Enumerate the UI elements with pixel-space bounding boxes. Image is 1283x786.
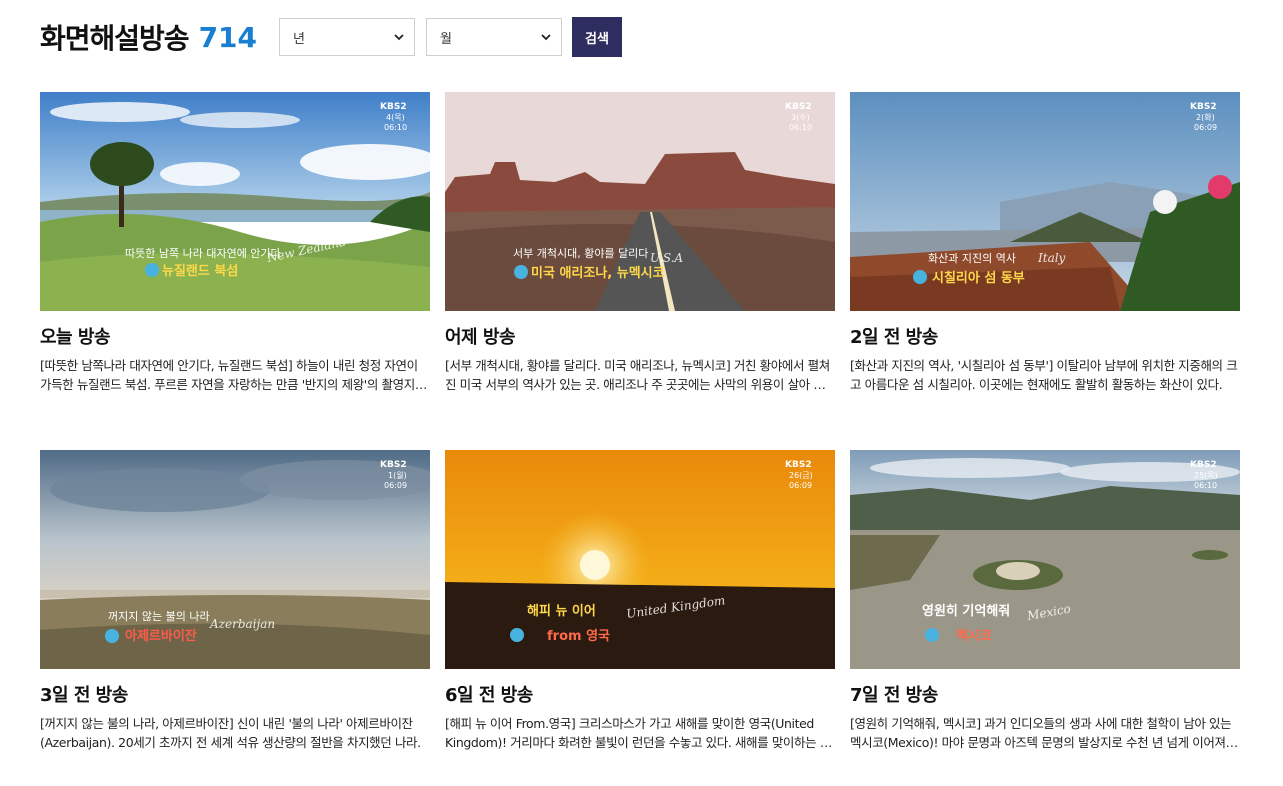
thumbnail[interactable]: 꺼지지 않는 불의 나라 아제르바이잔 Azerbaijan KBS2 1(월)… bbox=[40, 450, 430, 669]
thumb-date: 3(수) bbox=[791, 113, 810, 122]
mascot-icon bbox=[913, 270, 927, 284]
card-description: [따뜻한 남쪽나라 대자연에 안기다, 뉴질랜드 북섬] 하늘이 내린 청정 자… bbox=[40, 358, 426, 392]
thumb-caption-line1: 해피 뉴 이어 bbox=[527, 603, 596, 619]
thumb-script-text: Azerbaijan bbox=[209, 617, 275, 631]
mascot-icon bbox=[925, 628, 939, 642]
broadcast-card[interactable]: 화산과 지진의 역사 시칠리아 섬 동부 Italy KBS2 2(화) 06:… bbox=[850, 92, 1240, 394]
year-select-value: 년 bbox=[293, 31, 305, 47]
page-title: 화면해설방송 bbox=[40, 22, 190, 55]
thumb-caption-line2: 미국 애리조나, 뉴멕시코 bbox=[531, 265, 665, 281]
thumb-time: 06:10 bbox=[1194, 481, 1217, 490]
month-select[interactable]: 월 bbox=[426, 18, 563, 56]
card-title[interactable]: 7일 전 방송 bbox=[850, 681, 1240, 707]
card-description: [영원히 기억해줘, 멕시코] 과거 인디오들의 생과 사에 대한 철학이 남아… bbox=[850, 716, 1232, 750]
broadcast-card[interactable]: 서부 개척시대, 황야를 달리다 미국 애리조나, 뉴멕시코 U.S.A KBS… bbox=[445, 92, 835, 394]
search-button[interactable]: 검색 bbox=[572, 17, 623, 57]
thumb-caption-line2: 아제르바이잔 bbox=[125, 628, 197, 644]
kbs-logo-icon: KBS2 bbox=[380, 102, 407, 112]
broadcast-card[interactable]: 꺼지지 않는 불의 나라 아제르바이잔 Azerbaijan KBS2 1(월)… bbox=[40, 450, 430, 752]
broadcast-card[interactable]: 해피 뉴 이어 from 영국 United Kingdom KBS2 26(금… bbox=[445, 450, 835, 752]
thumb-script-text: U.S.A bbox=[650, 251, 683, 265]
card-title[interactable]: 오늘 방송 bbox=[40, 323, 430, 349]
card-title[interactable]: 3일 전 방송 bbox=[40, 681, 430, 707]
chevron-down-icon bbox=[394, 34, 404, 41]
broadcast-card[interactable]: 영원히 기억해줘 멕시코 Mexico KBS2 25(목) 06:10 7일 … bbox=[850, 450, 1240, 752]
thumb-caption-line1: 영원히 기억해줘 bbox=[922, 603, 1010, 619]
thumb-caption-line2: 시칠리아 섬 동부 bbox=[932, 270, 1025, 286]
thumb-caption-line1: 화산과 지진의 역사 bbox=[928, 252, 1016, 265]
kbs-logo-icon: KBS2 bbox=[380, 460, 407, 470]
card-description: [서부 개척시대, 황야를 달리다. 미국 애리조나, 뉴멕시코] 거친 황야에… bbox=[445, 358, 830, 392]
card-description: [꺼지지 않는 불의 나라, 아제르바이잔] 신이 내린 '불의 나라' 아제르… bbox=[40, 716, 421, 750]
card-description: [화산과 지진의 역사, '시칠리아 섬 동부'] 이탈리아 남부에 위치한 지… bbox=[850, 358, 1238, 392]
kbs-logo-icon: KBS2 bbox=[1190, 460, 1217, 470]
mascot-icon bbox=[514, 265, 528, 279]
month-select-value: 월 bbox=[440, 31, 452, 47]
kbs-logo-icon: KBS2 bbox=[785, 460, 812, 470]
mascot-icon bbox=[105, 629, 119, 643]
thumbnail[interactable]: 화산과 지진의 역사 시칠리아 섬 동부 Italy KBS2 2(화) 06:… bbox=[850, 92, 1240, 311]
mascot-icon bbox=[510, 628, 524, 642]
card-title[interactable]: 어제 방송 bbox=[445, 323, 835, 349]
thumb-time: 06:10 bbox=[384, 123, 407, 132]
page-header: 화면해설방송 714 년 월 검색 bbox=[40, 17, 623, 57]
mascot-icon bbox=[145, 263, 159, 277]
kbs-logo-icon: KBS2 bbox=[785, 102, 812, 112]
thumb-caption-line2: 멕시코 bbox=[956, 628, 992, 644]
thumb-time: 06:09 bbox=[384, 481, 407, 490]
thumb-script-text: Italy bbox=[1037, 251, 1066, 265]
broadcast-count: 714 bbox=[198, 20, 258, 54]
thumb-time: 06:09 bbox=[1194, 123, 1217, 132]
year-select[interactable]: 년 bbox=[279, 18, 416, 56]
kbs-logo-icon: KBS2 bbox=[1190, 102, 1217, 112]
thumb-date: 1(월) bbox=[388, 470, 407, 480]
thumb-caption-line1: 서부 개척시대, 황야를 달리다 bbox=[513, 247, 648, 260]
thumb-date: 25(목) bbox=[1194, 471, 1218, 480]
thumb-time: 06:09 bbox=[789, 481, 812, 490]
thumb-date: 2(화) bbox=[1196, 113, 1215, 122]
card-title[interactable]: 6일 전 방송 bbox=[445, 681, 835, 707]
thumbnail[interactable]: 영원히 기억해줘 멕시코 Mexico KBS2 25(목) 06:10 bbox=[850, 450, 1240, 669]
thumbnail[interactable]: 서부 개척시대, 황야를 달리다 미국 애리조나, 뉴멕시코 U.S.A KBS… bbox=[445, 92, 835, 311]
thumb-date: 4(목) bbox=[386, 113, 405, 122]
thumb-caption-line2: 뉴질랜드 북섬 bbox=[162, 263, 238, 279]
thumbnail[interactable]: 해피 뉴 이어 from 영국 United Kingdom KBS2 26(금… bbox=[445, 450, 835, 669]
thumb-caption-line2: from 영국 bbox=[547, 629, 610, 644]
thumb-caption-line1: 꺼지지 않는 불의 나라 bbox=[108, 610, 210, 623]
chevron-down-icon bbox=[541, 34, 551, 41]
thumb-date: 26(금) bbox=[789, 471, 813, 480]
thumb-time: 06:10 bbox=[789, 123, 812, 132]
thumb-caption-line1: 따뜻한 남쪽 나라 대자연에 안기다 bbox=[125, 247, 281, 260]
broadcast-card[interactable]: 따뜻한 남쪽 나라 대자연에 안기다 뉴질랜드 북섬 New Zealand K… bbox=[40, 92, 430, 394]
thumbnail[interactable]: 따뜻한 남쪽 나라 대자연에 안기다 뉴질랜드 북섬 New Zealand K… bbox=[40, 92, 430, 311]
card-title[interactable]: 2일 전 방송 bbox=[850, 323, 1240, 349]
card-description: [해피 뉴 이어 From.영국] 크리스마스가 가고 새해를 맞이한 영국(U… bbox=[445, 716, 831, 750]
